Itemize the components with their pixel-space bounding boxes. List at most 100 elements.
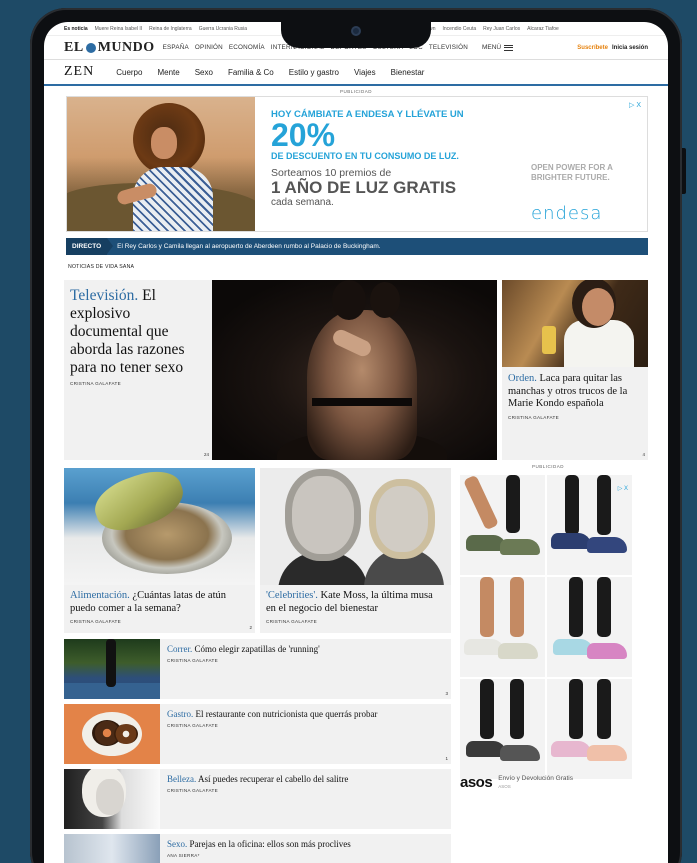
list-kicker: Correr.	[167, 644, 193, 654]
menu-label: MENÚ	[481, 44, 502, 51]
list-author: CRISTINA GALAFATE	[167, 658, 218, 663]
trending-link[interactable]: Alcaraz Tiafoe	[527, 26, 559, 32]
hero-title: Televisión. El explosivo documental que …	[70, 287, 206, 377]
ad-copy: HOY CÁMBIATE A ENDESA Y LLÉVATE UN 20% D…	[255, 97, 647, 231]
celebrities-image	[260, 468, 451, 585]
section-item-viajes[interactable]: Viajes	[354, 68, 376, 77]
ad-label: PUBLICIDAD	[339, 89, 372, 94]
subscribe-link[interactable]: Suscríbete	[577, 45, 608, 51]
ad-label: PUBLICIDAD	[531, 464, 564, 469]
elmundo-logo[interactable]: EL MUNDO	[64, 40, 155, 56]
adchoices-icon[interactable]: ▷ X	[618, 485, 628, 492]
nav-item-economia[interactable]: ECONOMÍA	[229, 44, 265, 51]
hero-author: CRISTINA GALAFATE	[70, 381, 121, 386]
account-links: Suscríbete Inicia sesión	[577, 45, 648, 51]
article-card[interactable]: Alimentación. ¿Cuántas latas de atún pue…	[64, 468, 255, 633]
shoe-grid-image: ▷ X	[460, 475, 632, 779]
list-item[interactable]: Gastro. El restaurante con nutricionista…	[64, 704, 451, 764]
card-author: CRISTINA GALAFATE	[266, 619, 317, 624]
section-item-cuerpo[interactable]: Cuerpo	[116, 68, 142, 77]
live-headline: El Rey Carlos y Camila llegan al aeropue…	[117, 243, 381, 250]
side-article-title: Orden. Laca para quitar las manchas y ot…	[508, 373, 642, 411]
list-title: Belleza. Así puedes recuperar el cabello…	[167, 774, 445, 784]
office-thumbnail	[64, 834, 160, 863]
hero-row: Televisión. El explosivo documental que …	[64, 280, 648, 460]
zen-logo[interactable]: ZEN	[64, 64, 94, 80]
section-item-mente[interactable]: Mente	[157, 68, 179, 77]
list-kicker: Gastro.	[167, 709, 194, 719]
list-headline: Así puedes recuperar el cabello del sali…	[196, 774, 349, 784]
food-thumbnail	[64, 704, 160, 764]
trending-link[interactable]: Incendio Ceuta	[443, 26, 477, 32]
hero-image[interactable]	[212, 280, 497, 460]
adchoices-icon[interactable]: ▷ X	[629, 101, 641, 109]
side-article[interactable]: Orden. Laca para quitar las manchas y ot…	[502, 280, 648, 460]
comment-count[interactable]: 3	[445, 691, 448, 696]
trending-link[interactable]: Rey Juan Carlos	[483, 26, 520, 32]
nav-item-television[interactable]: TELEVISIÓN	[429, 44, 468, 51]
section-item-sexo[interactable]: Sexo	[195, 68, 213, 77]
camera-notch	[281, 18, 431, 48]
tablet-device: Es noticia Muere Reina Isabel II Reina d…	[30, 8, 686, 863]
list-author: CRISTINA GALAFATE	[167, 723, 218, 728]
card-title: Alimentación. ¿Cuántas latas de atún pue…	[70, 590, 249, 615]
ad-subline: DE DESCUENTO EN TU CONSUMO DE LUZ.	[271, 151, 459, 161]
card-kicker: Alimentación.	[70, 590, 130, 601]
live-ticker[interactable]: DIRECTO El Rey Carlos y Camila llegan al…	[66, 238, 648, 255]
trending-link[interactable]: Guerra Ucrania Rusia	[199, 26, 247, 32]
comment-count[interactable]: 4	[642, 452, 645, 457]
list-author: CRISTINA GALAFATE	[167, 788, 218, 793]
login-link[interactable]: Inicia sesión	[612, 45, 648, 51]
ad-discount: 20%	[271, 117, 336, 153]
trending-link[interactable]: Muere Reina Isabel II	[95, 26, 143, 32]
ad-photo-woman	[67, 97, 255, 231]
camera-icon	[351, 26, 361, 36]
list-item[interactable]: Sexo. Parejas en la oficina: ellos son m…	[64, 834, 451, 863]
tuna-can-image	[64, 468, 255, 585]
nav-item-opinion[interactable]: OPINIÓN	[195, 44, 223, 51]
comment-count[interactable]: 2	[249, 625, 252, 630]
section-item-bienestar[interactable]: Bienestar	[391, 68, 425, 77]
list-item[interactable]: Belleza. Así puedes recuperar el cabello…	[64, 769, 451, 829]
logo-text-right: MUNDO	[97, 39, 155, 55]
asos-ad[interactable]: PUBLICIDAD ▷ X asos Envío y Devolución G…	[460, 464, 636, 804]
side-author: CRISTINA GALAFATE	[508, 414, 559, 420]
list-item[interactable]: Correr. Cómo elegir zapatillas de 'runni…	[64, 639, 451, 699]
comment-count[interactable]: 24	[204, 452, 209, 457]
asos-tagline: Envío y Devolución Gratis	[498, 774, 573, 782]
logo-text-left: EL	[64, 39, 84, 55]
article-card[interactable]: 'Celebrities'. Kate Moss, la última musa…	[260, 468, 451, 633]
nav-item-espana[interactable]: ESPAÑA	[163, 44, 189, 51]
hamburger-icon	[504, 44, 514, 51]
list-kicker: Belleza.	[167, 774, 197, 784]
trending-lead: Es noticia	[64, 25, 88, 32]
list-headline: Cómo elegir zapatillas de 'running'	[192, 644, 320, 654]
card-kicker: 'Celebrities'.	[266, 590, 318, 601]
comment-count[interactable]: 1	[445, 756, 448, 761]
endesa-ad-banner[interactable]: HOY CÁMBIATE A ENDESA Y LLÉVATE UN 20% D…	[66, 96, 648, 232]
list-title: Sexo. Parejas en la oficina: ellos son m…	[167, 839, 445, 849]
hero-article[interactable]: Televisión. El explosivo documental que …	[64, 280, 212, 460]
ad-side: OPEN POWER FOR A BRIGHTER FUTURE. endesa	[531, 163, 631, 224]
ad-slogan: OPEN POWER FOR A BRIGHTER FUTURE.	[531, 163, 613, 182]
live-label: DIRECTO	[66, 238, 114, 255]
menu-button[interactable]: MENÚ	[481, 44, 514, 51]
card-author: CRISTINA GALAFATE	[70, 619, 121, 624]
list-headline: El restaurante con nutricionista que que…	[193, 709, 378, 719]
side-article-image	[502, 280, 648, 367]
section-item-familia[interactable]: Familia & Co	[228, 68, 274, 77]
volume-button	[682, 148, 686, 194]
section-heading: NOTICIAS DE VIDA SANA	[68, 264, 135, 270]
section-nav: ZEN Cuerpo Mente Sexo Familia & Co Estil…	[44, 60, 668, 86]
globe-icon	[85, 42, 96, 53]
asos-logo: asos	[460, 774, 493, 791]
side-kicker: Orden.	[508, 373, 537, 384]
section-item-estilo[interactable]: Estilo y gastro	[289, 68, 339, 77]
list-title: Gastro. El restaurante con nutricionista…	[167, 709, 445, 719]
list-kicker: Sexo.	[167, 839, 188, 849]
trending-link[interactable]: Reina de Inglaterra	[149, 26, 192, 32]
list-title: Correr. Cómo elegir zapatillas de 'runni…	[167, 644, 445, 654]
asos-footer: asos Envío y Devolución Gratis ASOS	[460, 774, 573, 791]
list-author: ANA SIERRA*	[167, 853, 200, 858]
hero-kicker: Televisión.	[70, 287, 139, 304]
